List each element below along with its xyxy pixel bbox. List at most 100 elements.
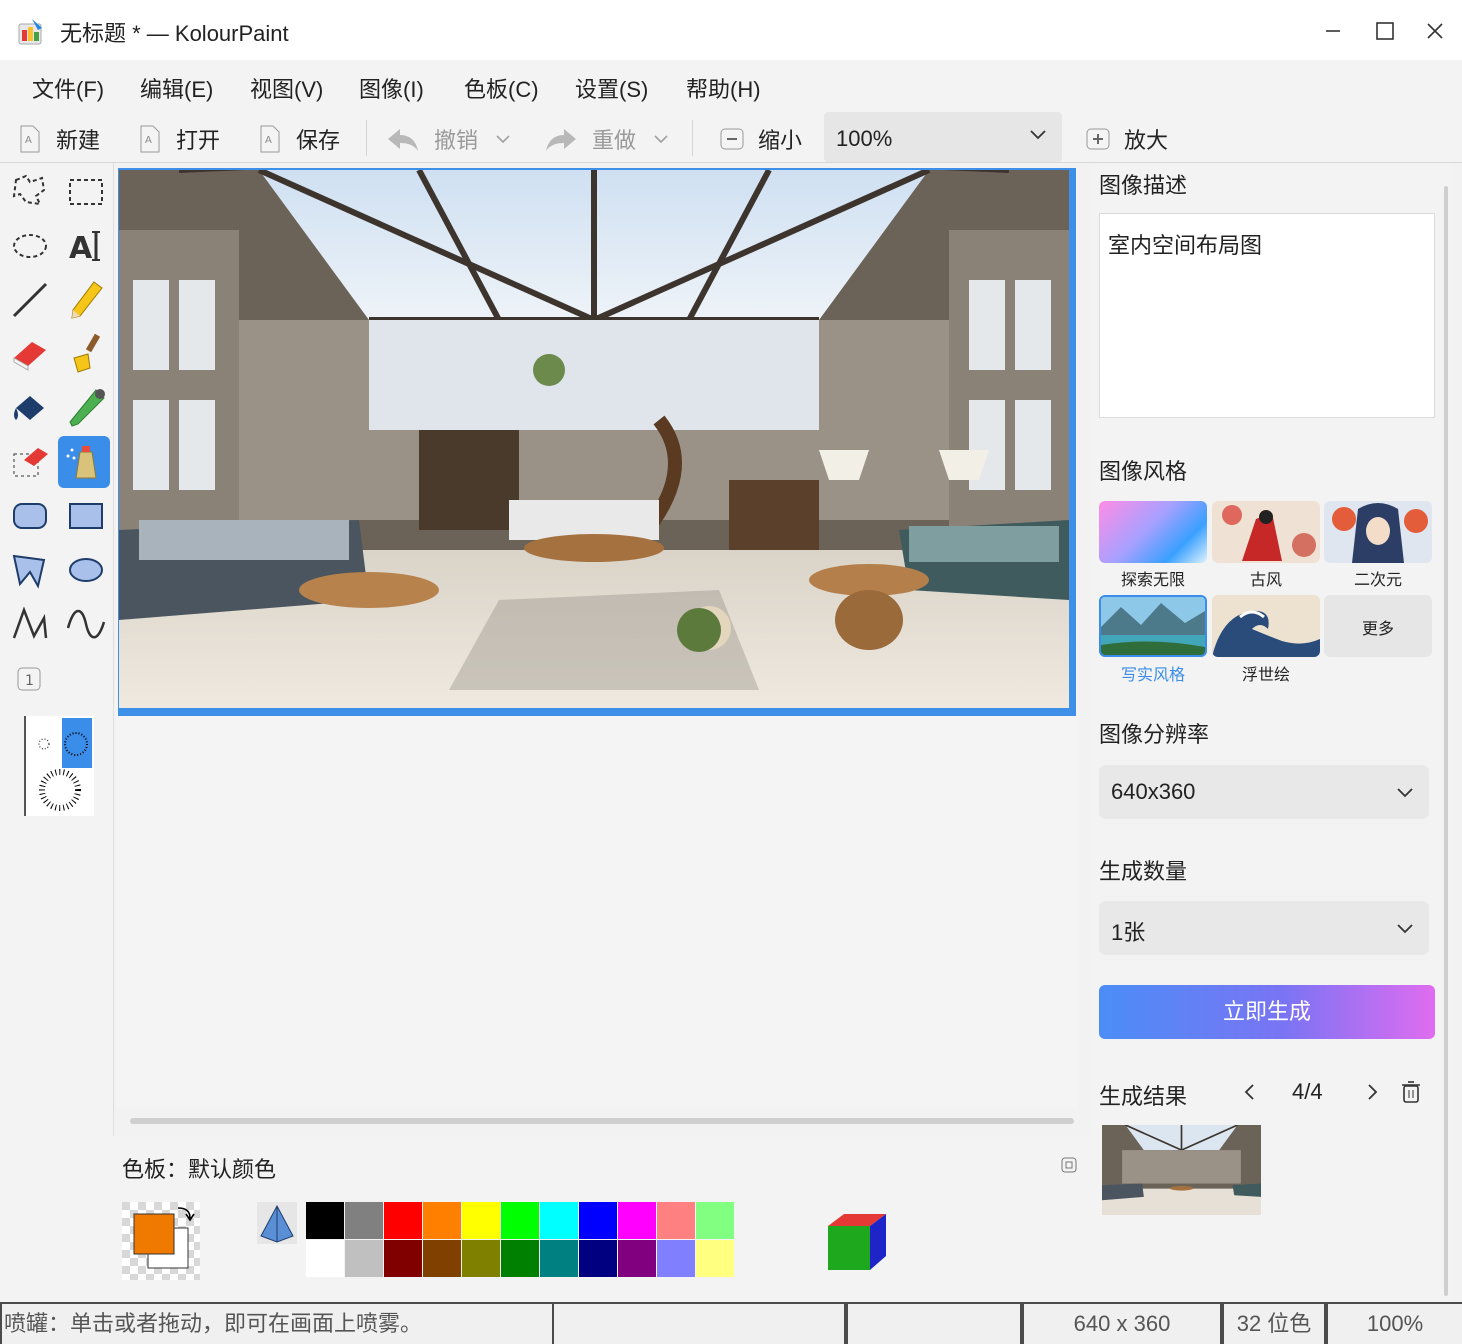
style-title: 图像风格 bbox=[1099, 459, 1188, 484]
tool-connected-lines[interactable] bbox=[4, 598, 56, 650]
new-label: 新建 bbox=[56, 128, 101, 153]
palette-swatch[interactable] bbox=[579, 1240, 617, 1277]
horizontal-scrollbar[interactable] bbox=[130, 1118, 1074, 1124]
ellipse-select-icon bbox=[13, 234, 47, 258]
zoom-out-button[interactable]: 缩小 bbox=[720, 122, 802, 156]
tool-ellipse[interactable] bbox=[60, 544, 112, 596]
save-button[interactable]: A 保存 bbox=[258, 122, 340, 156]
result-thumbnail[interactable] bbox=[1102, 1125, 1261, 1215]
menu-file[interactable]: 文件(F) bbox=[32, 72, 104, 104]
connected-lines-icon bbox=[12, 606, 48, 639]
undo-button[interactable]: 撤销 bbox=[386, 122, 512, 156]
chevron-right-icon[interactable] bbox=[1362, 1082, 1382, 1102]
tool-curve[interactable] bbox=[60, 598, 112, 650]
window-title: 无标题 * — KolourPaint bbox=[60, 21, 289, 46]
maximize-button[interactable] bbox=[1368, 14, 1402, 48]
palette-swatch[interactable] bbox=[462, 1202, 500, 1239]
style-card-realistic[interactable] bbox=[1099, 595, 1207, 657]
spray-size-selector[interactable] bbox=[24, 716, 94, 816]
open-button[interactable]: A 打开 bbox=[138, 122, 220, 156]
palette-swatch[interactable] bbox=[423, 1240, 461, 1277]
canvas-image[interactable] bbox=[119, 170, 1069, 708]
tool-pen[interactable] bbox=[60, 274, 112, 326]
palette-swatch[interactable] bbox=[501, 1202, 539, 1239]
palette-swatch[interactable] bbox=[306, 1202, 344, 1239]
tool-polygon[interactable] bbox=[4, 544, 56, 596]
status-zoom: 100% bbox=[1328, 1304, 1462, 1344]
palette-swatch[interactable] bbox=[618, 1202, 656, 1239]
trash-icon[interactable] bbox=[1400, 1080, 1422, 1104]
palette-swatch[interactable] bbox=[657, 1240, 695, 1277]
palette-swatch[interactable] bbox=[384, 1240, 422, 1277]
tool-eraser[interactable] bbox=[4, 328, 56, 380]
palette-swatch[interactable] bbox=[423, 1202, 461, 1239]
tool-option-button[interactable]: 1 bbox=[16, 666, 42, 692]
style-card-ancient[interactable] bbox=[1212, 501, 1320, 563]
line-tool-icon bbox=[12, 282, 48, 318]
tool-color-eraser[interactable] bbox=[4, 436, 56, 488]
style-card-anime[interactable] bbox=[1324, 501, 1432, 563]
tool-ellipse-select[interactable] bbox=[4, 220, 56, 272]
tool-color-picker[interactable] bbox=[60, 382, 112, 434]
chevron-left-icon[interactable] bbox=[1240, 1082, 1260, 1102]
style-card-explore[interactable] bbox=[1099, 501, 1207, 563]
palette-swatch[interactable] bbox=[696, 1240, 734, 1277]
palette-swatch[interactable] bbox=[618, 1240, 656, 1277]
menu-help[interactable]: 帮助(H) bbox=[686, 72, 761, 104]
palette-swatch[interactable] bbox=[384, 1202, 422, 1239]
style-card-ukiyoe[interactable] bbox=[1212, 595, 1320, 657]
zoom-level-combo[interactable]: 100% bbox=[824, 112, 1062, 162]
generate-button[interactable]: 立即生成 bbox=[1099, 985, 1435, 1039]
maximize-icon bbox=[1376, 22, 1394, 40]
palette-swatch[interactable] bbox=[501, 1240, 539, 1277]
palette-swatch[interactable] bbox=[696, 1202, 734, 1239]
resolution-select[interactable]: 640x360 bbox=[1099, 765, 1429, 819]
menu-view[interactable]: 视图(V) bbox=[250, 72, 323, 104]
undo-dropdown-chevron-icon[interactable] bbox=[494, 130, 512, 148]
redo-button[interactable]: 重做 bbox=[544, 122, 670, 156]
style-card-more[interactable]: 更多 bbox=[1324, 595, 1432, 657]
kolourpaint-app-icon bbox=[18, 19, 42, 45]
tool-line[interactable] bbox=[4, 274, 56, 326]
description-textarea[interactable]: 室内空间布局图 bbox=[1099, 213, 1435, 418]
close-button[interactable] bbox=[1418, 14, 1452, 48]
polygon-icon bbox=[12, 554, 46, 589]
tool-spraycan[interactable] bbox=[58, 436, 110, 488]
close-icon bbox=[1427, 23, 1443, 39]
float-panel-icon[interactable] bbox=[1060, 1156, 1078, 1174]
tool-free-form-select[interactable] bbox=[4, 166, 56, 218]
side-panel-scrollbar[interactable] bbox=[1444, 186, 1448, 1296]
zoom-in-button[interactable]: 放大 bbox=[1086, 122, 1168, 156]
count-select[interactable]: 1张 bbox=[1099, 901, 1429, 955]
pencil-icon bbox=[71, 281, 103, 319]
status-selection-size bbox=[848, 1304, 1020, 1344]
tool-flood-fill[interactable] bbox=[4, 382, 56, 434]
undo-label: 撤销 bbox=[434, 128, 479, 153]
redo-dropdown-chevron-icon[interactable] bbox=[652, 130, 670, 148]
menu-image[interactable]: 图像(I) bbox=[359, 72, 424, 104]
menu-colors[interactable]: 色板(C) bbox=[464, 72, 539, 104]
palette-swatch[interactable] bbox=[306, 1240, 344, 1277]
tool-rectangle-select[interactable] bbox=[60, 166, 112, 218]
menu-edit[interactable]: 编辑(E) bbox=[140, 72, 213, 104]
new-button[interactable]: A 新建 bbox=[18, 122, 100, 156]
tool-text[interactable]: A bbox=[60, 220, 112, 272]
tool-brush[interactable] bbox=[60, 328, 112, 380]
menu-settings[interactable]: 设置(S) bbox=[575, 72, 648, 104]
minimize-button[interactable] bbox=[1316, 14, 1350, 48]
palette-swatch[interactable] bbox=[657, 1202, 695, 1239]
palette-swatch[interactable] bbox=[345, 1202, 383, 1239]
count-title: 生成数量 bbox=[1099, 859, 1188, 884]
status-color-depth: 32 位色 bbox=[1224, 1304, 1324, 1344]
palette-swatch[interactable] bbox=[540, 1240, 578, 1277]
rgb-cube-button[interactable] bbox=[826, 1210, 888, 1274]
tool-rounded-rectangle[interactable] bbox=[4, 490, 56, 542]
palette-swatch[interactable] bbox=[540, 1202, 578, 1239]
color-box[interactable] bbox=[122, 1202, 200, 1280]
palette-swatch[interactable] bbox=[462, 1240, 500, 1277]
palette-swatch[interactable] bbox=[345, 1240, 383, 1277]
color-similarity-button[interactable] bbox=[257, 1202, 297, 1244]
palette-swatch[interactable] bbox=[579, 1202, 617, 1239]
anime-style-thumbnail bbox=[1324, 501, 1432, 563]
tool-rectangle[interactable] bbox=[60, 490, 112, 542]
